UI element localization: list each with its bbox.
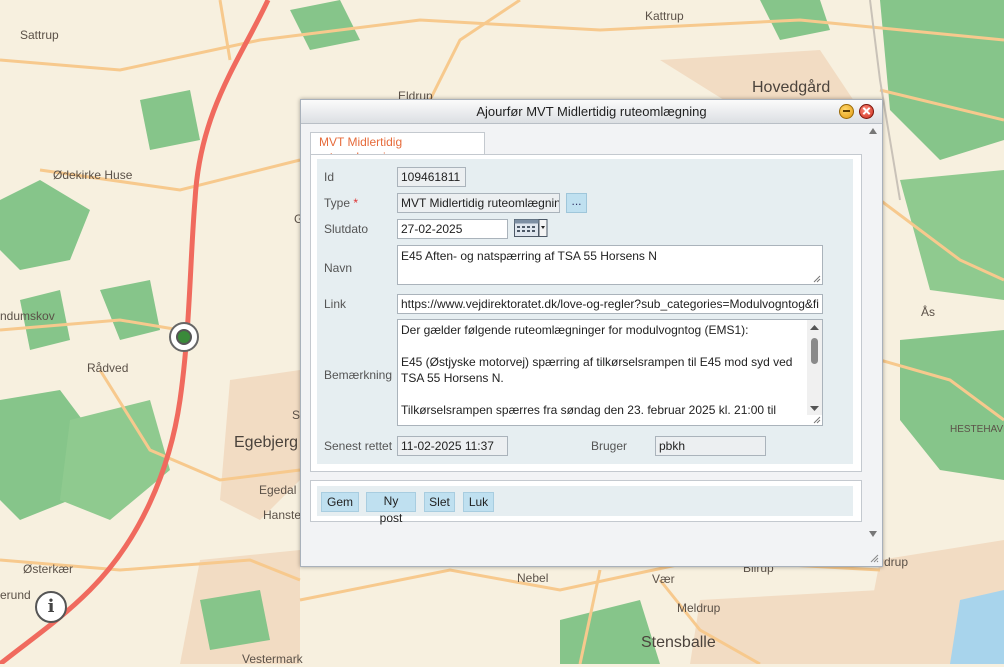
senest-rettet-field: 11-02-2025 11:37	[397, 436, 508, 456]
type-label: Type *	[324, 196, 358, 210]
minimize-icon[interactable]	[839, 104, 854, 119]
map-place-label: HESTEHAVE	[950, 424, 1004, 435]
calendar-picker-icon[interactable]	[514, 219, 548, 239]
map-place-label: Ås	[921, 305, 936, 319]
navn-label: Navn	[324, 261, 353, 275]
ny-post-button[interactable]: Ny post	[366, 492, 416, 525]
map-place-label: Hanste	[263, 508, 302, 522]
dialog-title: Ajourfør MVT Midlertidig ruteomlægning	[476, 104, 707, 119]
scrollbar-up-icon[interactable]	[807, 322, 822, 332]
required-marker: *	[353, 196, 359, 210]
map-place-label: S	[292, 408, 301, 422]
map-place-label: Nebel	[517, 571, 549, 585]
slet-button[interactable]: Slet	[424, 492, 455, 512]
navn-field[interactable]: E45 Aften- og natspærring af TSA 55 Hors…	[397, 245, 823, 285]
form-panel-inner: Id 109461811 Type * MVT Midlertidig rute…	[317, 159, 853, 464]
button-bar: Gem Ny post Slet Luk	[310, 480, 862, 525]
info-marker-icon[interactable]: i	[35, 591, 67, 623]
type-lookup-button[interactable]: ...	[566, 193, 587, 213]
textarea-resize-handle-icon[interactable]	[813, 275, 821, 283]
id-field: 109461811	[397, 167, 466, 187]
scroll-up-arrow-icon[interactable]	[869, 128, 877, 134]
edit-dialog: Ajourfør MVT Midlertidig ruteomlægning M…	[300, 99, 883, 567]
calendar-icon-graphic	[514, 219, 548, 237]
map-place-label: Østerkær	[23, 562, 74, 576]
scrollbar-thumb[interactable]	[811, 338, 818, 364]
slutdato-field[interactable]	[397, 219, 508, 239]
dialog-titlebar[interactable]: Ajourfør MVT Midlertidig ruteomlægning	[301, 100, 882, 124]
map-place-label: Egedal	[259, 483, 297, 497]
map-place-label: ndumskov	[0, 309, 55, 323]
bemaerkning-field[interactable]: Der gælder følgende ruteomlægninger for …	[397, 319, 823, 426]
map-place-label: Egebjerg	[234, 434, 299, 451]
scroll-down-arrow-icon[interactable]	[869, 531, 877, 537]
dialog-resize-handle-icon[interactable]	[870, 554, 879, 563]
link-field[interactable]	[397, 294, 823, 314]
textarea-resize-handle-icon[interactable]	[813, 416, 821, 424]
map-place-label: Rådved	[87, 361, 129, 375]
map-place-label: Meldrup	[677, 601, 721, 615]
map-place-label: Hovedgård	[752, 79, 831, 96]
map-place-label: drup	[884, 555, 909, 569]
luk-button[interactable]: Luk	[463, 492, 494, 512]
bemaerkning-scrollbar[interactable]	[807, 320, 822, 415]
senest-rettet-label: Senest rettet	[324, 439, 393, 453]
bemaerkning-label: Bemærkning	[324, 368, 393, 382]
button-bar-inner: Gem Ny post Slet Luk	[317, 486, 853, 525]
map-place-label: Kattrup	[645, 9, 684, 23]
close-icon[interactable]	[859, 104, 874, 119]
scrollbar-down-icon[interactable]	[807, 404, 822, 414]
slutdato-label: Slutdato	[324, 222, 369, 236]
form-panel: Id 109461811 Type * MVT Midlertidig rute…	[310, 154, 862, 472]
id-label: Id	[324, 170, 335, 184]
map-place-label: Stensballe	[641, 634, 716, 651]
map-place-label: Sattrup	[20, 28, 59, 42]
gem-button[interactable]: Gem	[321, 492, 359, 512]
type-label-text: Type	[324, 196, 351, 210]
map-place-label: erund	[0, 588, 31, 602]
bruger-field: pbkh	[655, 436, 766, 456]
bruger-label: Bruger	[591, 439, 628, 453]
map-place-label: Ødekirke Huse	[53, 168, 133, 182]
map-place-label: Vær	[652, 572, 675, 586]
traffic-camera-marker-icon[interactable]	[169, 322, 199, 352]
type-field: MVT Midlertidig ruteomlægning	[397, 193, 560, 213]
link-label: Link	[324, 297, 347, 311]
